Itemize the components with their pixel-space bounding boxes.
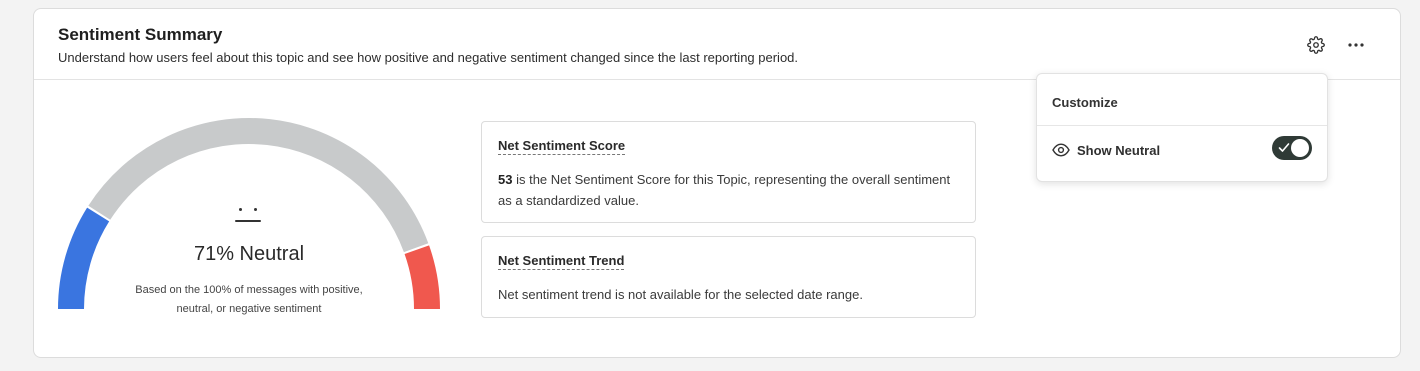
show-neutral-label: Show Neutral <box>1077 143 1161 158</box>
eye-icon <box>1052 143 1070 157</box>
sentiment-summary-card: Sentiment Summary Understand how users f… <box>33 8 1401 358</box>
check-icon <box>1278 143 1290 152</box>
net-sentiment-score-box: Net Sentiment Score 53 is the Net Sentim… <box>481 121 976 223</box>
show-neutral-toggle[interactable] <box>1272 136 1312 160</box>
customize-title: Customize <box>1037 74 1327 126</box>
more-horizontal-icon[interactable] <box>1346 35 1366 55</box>
card-title: Sentiment Summary <box>58 25 223 44</box>
net-sentiment-trend-text: Net sentiment trend is not available for… <box>498 287 863 302</box>
net-sentiment-score-title[interactable]: Net Sentiment Score <box>498 138 626 155</box>
gauge-value-label: 71% Neutral <box>193 243 305 265</box>
net-sentiment-score-value: 53 <box>498 172 513 187</box>
gauge-note: Based on the 100% of messages with posit… <box>135 284 363 315</box>
show-neutral-row[interactable]: Show Neutral <box>1037 126 1327 182</box>
neutral-face-icon <box>235 206 263 228</box>
gear-icon[interactable] <box>1306 35 1326 55</box>
card-subtitle: Understand how users feel about this top… <box>58 50 799 65</box>
customize-popover: Customize Show Neutral <box>1036 73 1328 182</box>
toggle-knob <box>1291 139 1309 157</box>
net-sentiment-trend-box: Net Sentiment Trend Net sentiment trend … <box>481 236 976 318</box>
sentiment-gauge: 71% Neutral Based on the 100% of message… <box>34 81 474 351</box>
gauge-segment-neutral <box>88 118 429 253</box>
card-header: Sentiment Summary Understand how users f… <box>34 9 1400 80</box>
net-sentiment-trend-title[interactable]: Net Sentiment Trend <box>498 253 625 270</box>
net-sentiment-score-description: is the Net Sentiment Score for this Topi… <box>498 172 951 208</box>
net-sentiment-score-text: 53 is the Net Sentiment Score for this T… <box>498 169 959 211</box>
